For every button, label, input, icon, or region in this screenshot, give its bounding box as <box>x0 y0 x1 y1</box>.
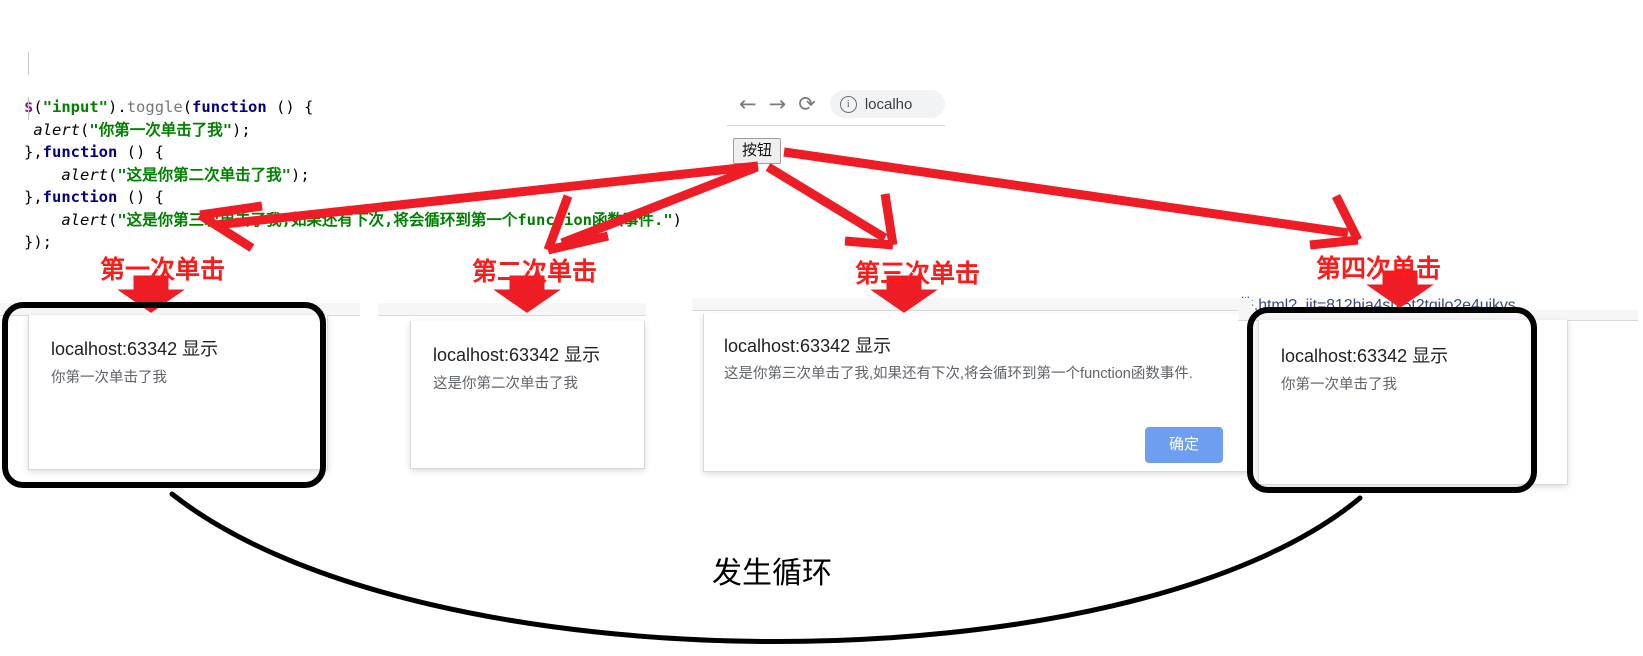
code-token: }); <box>24 233 52 251</box>
address-bar-url: localho <box>864 95 913 113</box>
code-token: ); <box>232 120 251 139</box>
indent-guide <box>28 52 29 75</box>
arrow-right-icon[interactable]: → <box>769 93 787 115</box>
info-circle-icon[interactable]: i <box>839 95 857 113</box>
alert-title: localhost:63342 显示 <box>51 339 219 359</box>
code-token: "这是你第三次单击了我,如果还有下次,将会循环到第一个function函数事件.… <box>117 210 673 229</box>
code-line: alert("你第一次单击了我"); <box>24 119 724 142</box>
alert-message: 你第一次单击了我 <box>51 370 167 386</box>
alert-message: 你第一次单击了我 <box>1281 377 1397 393</box>
red-arrow-to-third-click <box>765 163 898 250</box>
label-third-click: 第三次单击 <box>855 261 981 288</box>
browser-chrome-strip <box>692 298 1252 311</box>
code-token: () { <box>117 188 164 206</box>
code-lines: $("input").toggle(function () { alert("你… <box>24 96 724 254</box>
alert-title: localhost:63342 显示 <box>1281 346 1449 366</box>
code-token: }, <box>24 143 43 161</box>
code-token: alert <box>61 165 108 184</box>
browser-nav-row: ← → ⟳ i localho <box>727 84 945 124</box>
code-token: function <box>42 143 118 161</box>
code-token: ( <box>108 210 118 229</box>
code-token: ); <box>291 165 310 184</box>
code-token: "你第一次单击了我" <box>89 120 233 139</box>
code-token: . <box>117 98 127 116</box>
code-token: () { <box>117 143 164 161</box>
code-token: alert <box>61 210 108 229</box>
code-token: alert <box>33 120 81 139</box>
code-token: ( <box>33 98 43 116</box>
code-line: $("input").toggle(function () { <box>24 96 724 119</box>
code-token: "这是你第二次单击了我" <box>117 165 292 184</box>
code-token: function <box>42 188 118 206</box>
page-button[interactable]: 按钮 <box>733 138 782 164</box>
code-token: ) <box>672 210 683 229</box>
alert-message: 这是你第二次单击了我 <box>433 376 578 392</box>
browser-toolbar: ← → ⟳ i localho <box>727 84 945 126</box>
code-token: toggle <box>126 98 183 116</box>
alert-dialog-first-click: localhost:63342 显示 你第一次单击了我 <box>28 315 328 470</box>
code-token: }, <box>24 188 43 206</box>
label-loop-occurs: 发生循环 <box>712 557 832 590</box>
code-line: },function () { <box>24 141 724 164</box>
address-bar[interactable]: i localho <box>829 90 945 118</box>
alert-title: localhost:63342 显示 <box>433 345 601 365</box>
code-token: ) <box>108 98 118 116</box>
code-line: alert("这是你第三次单击了我,如果还有下次,将会循环到第一个functio… <box>24 209 724 232</box>
code-line: },function () { <box>24 186 724 209</box>
alert-dialog-fourth-click: localhost:63342 显示 你第一次单击了我 <box>1258 320 1568 485</box>
alert-dialog-third-click: localhost:63342 显示 这是你第三次单击了我,如果还有下次,将会循… <box>703 314 1252 472</box>
reload-icon[interactable]: ⟳ <box>798 93 816 115</box>
code-token: ( <box>108 165 118 184</box>
label-fourth-click: 第四次单击 <box>1316 256 1442 283</box>
indent-guide <box>28 97 29 120</box>
toolbar-divider <box>727 125 945 126</box>
alert-title: localhost:63342 显示 <box>724 336 892 356</box>
alert-ok-button[interactable]: 确定 <box>1145 427 1223 463</box>
code-token: "input" <box>42 98 109 116</box>
alert-message: 这是你第三次单击了我,如果还有下次,将会循环到第一个function函数事件. <box>724 366 1193 382</box>
code-snippet: $("input").toggle(function () { alert("你… <box>24 6 724 276</box>
code-token: ( <box>80 120 90 139</box>
code-token: () { <box>266 98 314 116</box>
code-line: alert("这是你第二次单击了我"); <box>24 164 724 187</box>
red-arrow-to-fourth-click <box>783 147 1363 250</box>
arrow-left-icon[interactable]: ← <box>739 93 757 115</box>
code-token: ( <box>182 98 193 116</box>
address-bar-url-fragment: 件.html?_ijt=812hja4sj25t2tqilo2e4ujkvs <box>1238 297 1516 310</box>
label-second-click: 第二次单击 <box>472 259 598 286</box>
browser-chrome-strip <box>378 303 646 316</box>
code-token: function <box>192 98 267 116</box>
alert-dialog-second-click: localhost:63342 显示 这是你第二次单击了我 <box>410 321 645 469</box>
label-first-click: 第一次单击 <box>100 257 226 284</box>
